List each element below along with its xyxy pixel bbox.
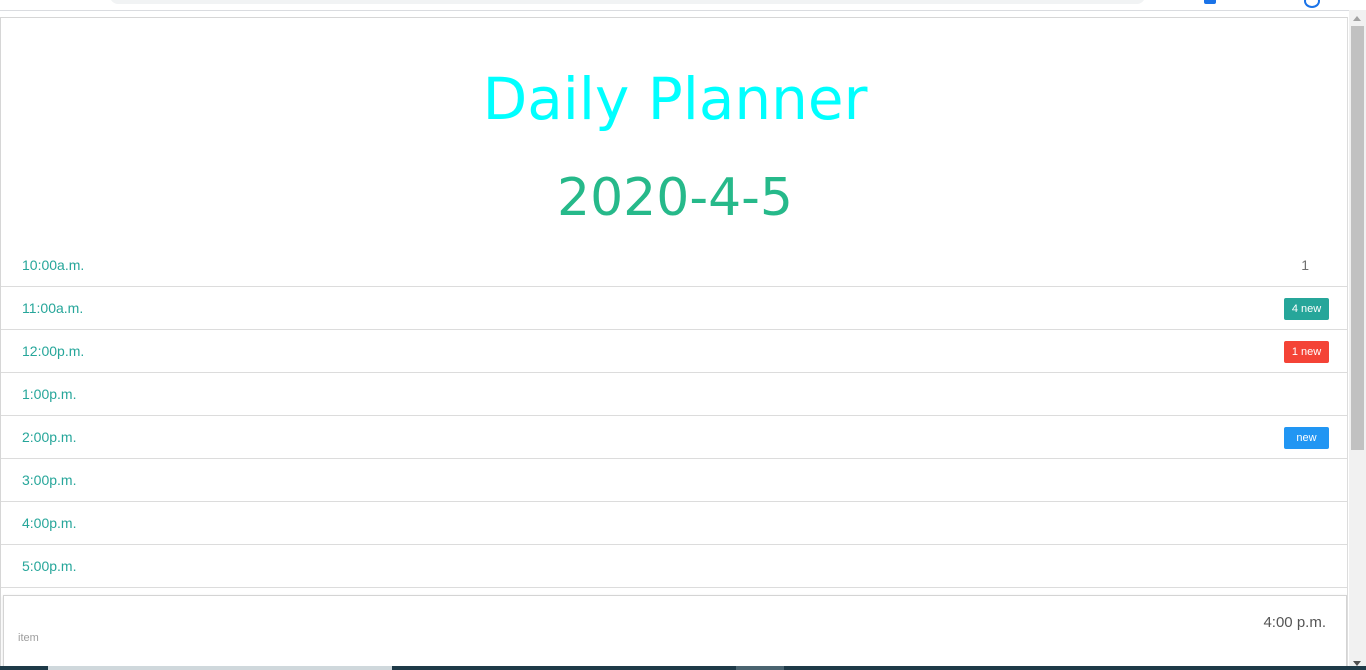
hour-label: 10:00a.m.	[22, 257, 85, 273]
planner-page: Daily Planner 2020-4-5 10:00a.m. 1 11:00…	[0, 17, 1348, 670]
new-badge: new	[1284, 427, 1329, 449]
taskbar-item[interactable]	[48, 666, 392, 670]
item-input-card[interactable]: 4:00 p.m. item	[3, 595, 1347, 669]
new-badge: 4 new	[1284, 298, 1329, 320]
hour-row-1pm[interactable]: 1:00p.m.	[1, 373, 1347, 416]
vertical-scrollbar[interactable]	[1349, 10, 1366, 670]
scrollbar-thumb[interactable]	[1351, 26, 1364, 450]
hour-row-5pm[interactable]: 5:00p.m.	[1, 545, 1347, 588]
hour-label: 2:00p.m.	[22, 429, 77, 445]
sync-icon[interactable]	[1304, 0, 1320, 8]
hour-row-10am[interactable]: 10:00a.m. 1	[1, 244, 1347, 287]
selected-hour: 4:00 p.m.	[1263, 614, 1326, 631]
item-count: 1	[1301, 257, 1309, 273]
current-date: 2020-4-5	[556, 168, 794, 228]
new-badge: 1 new	[1284, 341, 1329, 363]
hour-list: 10:00a.m. 1 11:00a.m. 4 new 12:00p.m. 1 …	[1, 244, 1347, 588]
hour-row-11am[interactable]: 11:00a.m. 4 new	[1, 287, 1347, 330]
hour-label: 11:00a.m.	[22, 300, 84, 316]
hour-row-3pm[interactable]: 3:00p.m.	[1, 459, 1347, 502]
page-title: Daily Planner	[482, 65, 868, 133]
hour-label: 4:00p.m.	[22, 515, 77, 531]
hour-row-2pm[interactable]: 2:00p.m. new	[1, 416, 1347, 459]
address-bar[interactable]	[110, 0, 1145, 4]
scroll-up-arrow-icon[interactable]	[1353, 16, 1361, 21]
extension-icon[interactable]	[1204, 0, 1216, 4]
hour-label: 12:00p.m.	[22, 343, 85, 359]
hour-row-4pm[interactable]: 4:00p.m.	[1, 502, 1347, 545]
browser-toolbar	[0, 0, 1366, 11]
hour-label: 1:00p.m.	[22, 386, 77, 402]
item-field-label: item	[18, 632, 39, 644]
taskbar-item[interactable]	[736, 666, 784, 670]
hour-label: 3:00p.m.	[22, 472, 77, 488]
hour-label: 5:00p.m.	[22, 558, 77, 574]
hour-row-12pm[interactable]: 12:00p.m. 1 new	[1, 330, 1347, 373]
